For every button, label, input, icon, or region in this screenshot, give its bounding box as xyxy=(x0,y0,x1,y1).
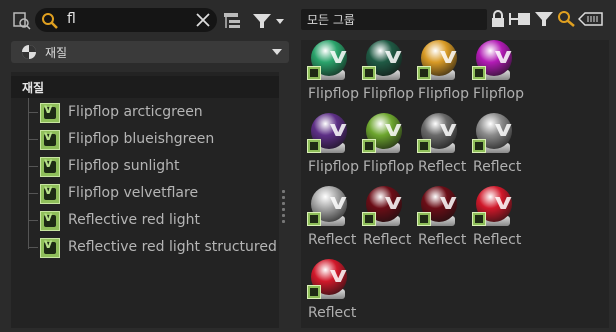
find-icon[interactable] xyxy=(12,11,32,35)
material-tile[interactable]: v Flipflop xyxy=(356,40,416,108)
chevron-down-icon xyxy=(272,49,282,55)
node-icon[interactable] xyxy=(508,11,532,31)
material-tile[interactable]: v Reflect xyxy=(466,113,526,181)
tree-connector xyxy=(28,98,29,249)
material-badge-icon xyxy=(472,212,486,226)
lock-icon[interactable] xyxy=(491,10,505,32)
tree-item-label: Reflective red light xyxy=(68,212,200,228)
material-sphere-icon xyxy=(21,44,37,64)
v-icon: v xyxy=(439,44,457,69)
v-icon: v xyxy=(494,44,512,69)
tree-branch xyxy=(28,247,38,248)
material-tile[interactable]: v Flipflop xyxy=(356,113,416,181)
tree-item-label: Flipflop sunlight xyxy=(68,158,180,174)
material-badge-icon xyxy=(472,66,486,80)
v-icon: v xyxy=(439,190,457,215)
material-tile-label: Reflect xyxy=(473,232,522,248)
v-icon: v xyxy=(494,190,512,215)
material-badge-icon xyxy=(472,139,486,153)
material-tile[interactable]: v Reflect xyxy=(356,186,416,254)
material-tile[interactable]: v Flipflop xyxy=(301,113,361,181)
tag-icon[interactable] xyxy=(577,11,604,31)
material-tile-label: Reflect xyxy=(473,159,522,175)
v-icon: v xyxy=(44,237,53,252)
tree-item-label: Flipflop velvetflare xyxy=(68,185,199,201)
v-icon: v xyxy=(494,117,512,142)
material-tile-label: Flipflop xyxy=(473,86,524,102)
search-icon xyxy=(41,12,59,34)
tree-header-label: 재질 xyxy=(22,81,45,95)
tree-item-label: Flipflop arcticgreen xyxy=(68,104,203,120)
material-tile[interactable]: v Flipflop xyxy=(466,40,526,108)
v-icon: v xyxy=(329,263,347,288)
search-icon-right[interactable] xyxy=(557,10,577,32)
material-tile[interactable]: v Reflect xyxy=(301,186,361,254)
v-icon: v xyxy=(384,117,402,142)
tree-header[interactable]: 재질 xyxy=(11,76,279,98)
v-icon: v xyxy=(329,190,347,215)
material-badge-icon xyxy=(417,139,431,153)
v-icon: v xyxy=(439,117,457,142)
material-badge-icon xyxy=(362,212,376,226)
dropdown-label: 재질 xyxy=(45,46,68,60)
group-filter-input[interactable]: 모든 그룹 xyxy=(301,9,487,30)
v-icon: v xyxy=(44,210,53,225)
group-filter-text: 모든 그룹 xyxy=(307,13,355,27)
v-icon: v xyxy=(329,117,347,142)
tree-branch xyxy=(28,112,38,113)
material-tile[interactable]: v Flipflop xyxy=(411,40,471,108)
clear-icon[interactable] xyxy=(195,12,211,32)
material-type-dropdown[interactable]: 재질 xyxy=(11,41,289,63)
tree-branch xyxy=(28,139,38,140)
material-badge-icon xyxy=(307,212,321,226)
v-icon: v xyxy=(44,102,53,117)
search-input[interactable]: fl xyxy=(35,8,217,32)
material-tile[interactable]: v Flipflop xyxy=(301,40,361,108)
hierarchy-icon[interactable] xyxy=(222,11,242,35)
tree-item-label: Flipflop blueishgreen xyxy=(68,131,215,147)
v-icon: v xyxy=(44,129,53,144)
material-badge-icon xyxy=(417,66,431,80)
tree-item-label: Reflective red light structured xyxy=(68,239,277,255)
material-badge-icon xyxy=(362,66,376,80)
material-badge-icon xyxy=(417,212,431,226)
tree-branch xyxy=(28,193,38,194)
material-tile[interactable]: v Reflect xyxy=(466,186,526,254)
material-tile-label: Reflect xyxy=(308,305,357,321)
v-icon: v xyxy=(384,190,402,215)
material-tile[interactable]: v Reflect xyxy=(411,113,471,181)
v-icon: v xyxy=(44,156,53,171)
v-icon: v xyxy=(384,44,402,69)
filter-icon[interactable] xyxy=(251,11,287,35)
tree-branch xyxy=(28,220,38,221)
search-text: fl xyxy=(67,11,76,27)
v-icon: v xyxy=(44,183,53,198)
material-badge-icon xyxy=(307,66,321,80)
material-tile[interactable]: v Reflect xyxy=(411,186,471,254)
material-badge-icon xyxy=(307,139,321,153)
tree-branch xyxy=(28,166,38,167)
panel-splitter[interactable] xyxy=(281,190,287,230)
material-tile[interactable]: v Reflect xyxy=(301,259,361,327)
filter-icon-right[interactable] xyxy=(534,10,554,32)
material-badge-icon xyxy=(362,139,376,153)
v-icon: v xyxy=(329,44,347,69)
material-badge-icon xyxy=(307,285,321,299)
